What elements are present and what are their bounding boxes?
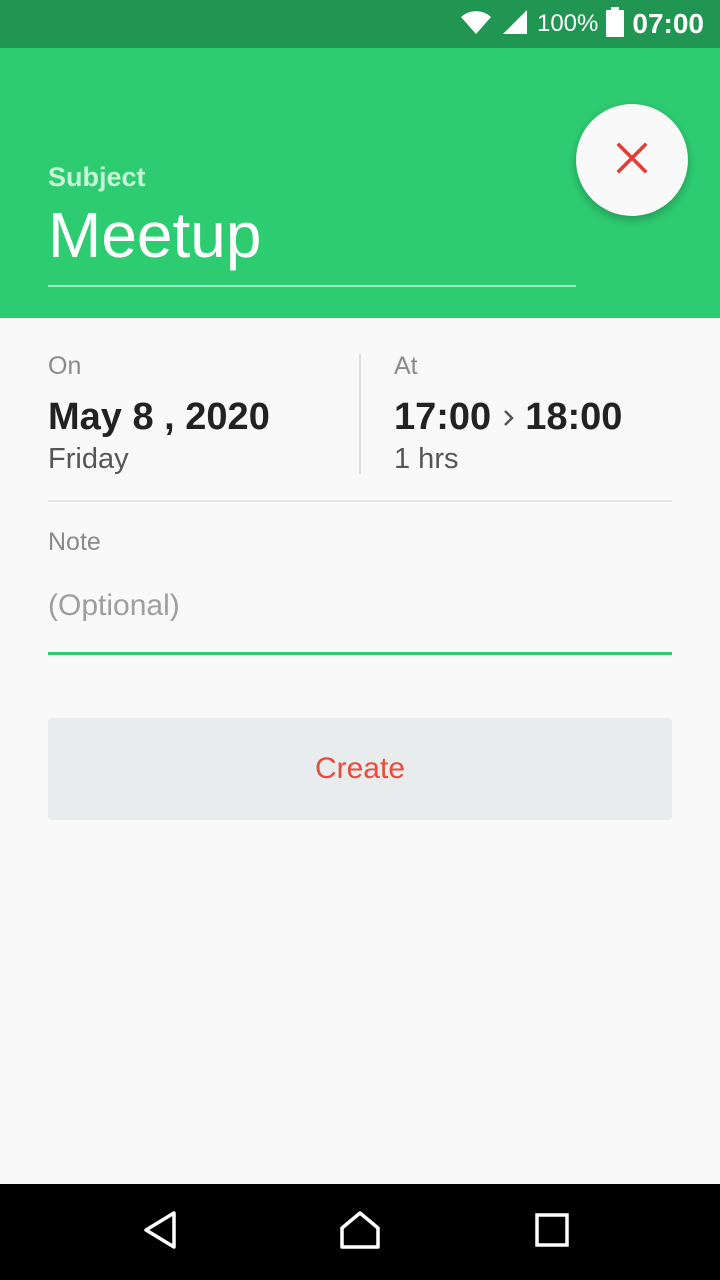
header: Subject Meetup bbox=[0, 48, 720, 318]
subject-input[interactable]: Meetup bbox=[48, 198, 261, 272]
column-divider bbox=[359, 354, 361, 474]
back-icon bbox=[142, 1210, 178, 1255]
recents-icon bbox=[534, 1212, 570, 1253]
battery-icon bbox=[606, 6, 625, 42]
close-button[interactable] bbox=[576, 104, 688, 216]
date-label: On bbox=[48, 352, 82, 380]
note-underline bbox=[48, 652, 672, 655]
status-time: 07:00 bbox=[632, 8, 704, 39]
chevron-right-icon bbox=[503, 409, 515, 427]
section-divider bbox=[48, 500, 672, 502]
home-button[interactable] bbox=[300, 1184, 420, 1280]
signal-icon bbox=[501, 8, 529, 41]
date-picker[interactable]: May 8 , 2020 bbox=[48, 396, 270, 439]
battery-percent: 100% bbox=[536, 10, 599, 37]
home-icon bbox=[339, 1210, 381, 1255]
wifi-icon bbox=[459, 8, 493, 41]
weekday-text: Friday bbox=[48, 443, 129, 475]
status-bar: 100% 07:00 bbox=[0, 0, 720, 48]
subject-underline bbox=[48, 285, 576, 287]
back-button[interactable] bbox=[100, 1184, 220, 1280]
start-time[interactable]: 17:00 bbox=[394, 396, 491, 439]
end-time[interactable]: 18:00 bbox=[525, 396, 622, 439]
screen: 100% 07:00 Subject Meetup On May 8 , 202… bbox=[0, 0, 720, 1280]
time-label: At bbox=[394, 352, 418, 380]
create-button[interactable]: Create bbox=[48, 718, 672, 820]
close-icon bbox=[615, 141, 649, 180]
recents-button[interactable] bbox=[492, 1184, 612, 1280]
duration-text: 1 hrs bbox=[394, 443, 459, 475]
note-label: Note bbox=[48, 528, 101, 556]
subject-label: Subject bbox=[48, 162, 146, 192]
navigation-bar bbox=[0, 1184, 720, 1280]
time-range: 17:00 18:00 bbox=[394, 396, 622, 439]
note-input[interactable] bbox=[48, 580, 672, 632]
